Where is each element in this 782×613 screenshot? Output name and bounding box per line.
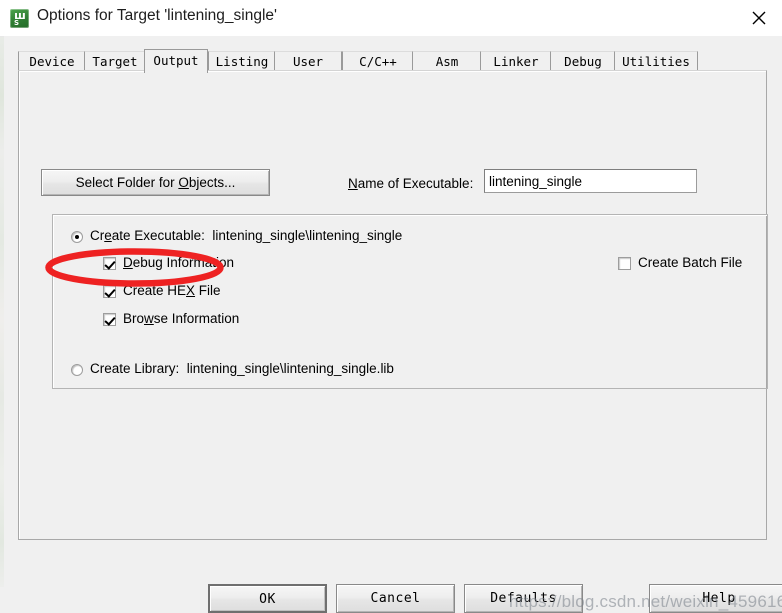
name-of-executable-input[interactable] bbox=[484, 169, 697, 193]
debug-information-label: Debug Information bbox=[123, 255, 235, 270]
tab-linker[interactable]: Linker bbox=[480, 51, 552, 71]
create-batch-file-checkbox[interactable] bbox=[618, 257, 631, 270]
create-library-label: Create Library: lintening_single\linteni… bbox=[90, 361, 394, 376]
dialog-client-area: Device Target Output Listing User C/C++ … bbox=[4, 36, 782, 613]
create-library-path: lintening_single\lintening_single.lib bbox=[186, 361, 394, 376]
debug-information-checkbox[interactable] bbox=[103, 257, 116, 270]
title-bar: шS Options for Target 'lintening_single' bbox=[0, 0, 782, 37]
tab-device[interactable]: Device bbox=[18, 51, 86, 71]
cancel-button[interactable]: Cancel bbox=[336, 584, 455, 613]
tab-c-cpp[interactable]: C/C++ bbox=[342, 51, 414, 71]
select-folder-for-objects-button[interactable]: Select Folder for Objects... bbox=[41, 169, 270, 196]
tab-user[interactable]: User bbox=[274, 51, 342, 71]
tab-asm[interactable]: Asm bbox=[412, 51, 482, 71]
close-button[interactable] bbox=[736, 0, 782, 35]
create-executable-path: lintening_single\lintening_single bbox=[212, 228, 403, 243]
name-of-executable-label: Name of Executable: bbox=[348, 176, 474, 191]
help-button[interactable]: Help bbox=[649, 584, 782, 613]
create-library-radio[interactable] bbox=[71, 364, 83, 376]
create-executable-label: Create Executable: lintening_single\lint… bbox=[90, 228, 403, 243]
output-tab-page: Select Folder for Objects... Name of Exe… bbox=[18, 70, 768, 540]
browse-information-checkbox[interactable] bbox=[103, 313, 116, 326]
window-title: Options for Target 'lintening_single' bbox=[37, 7, 278, 24]
output-options-group: Create Executable: lintening_single\lint… bbox=[52, 214, 768, 389]
ok-button[interactable]: OK bbox=[208, 584, 327, 613]
tab-target[interactable]: Target bbox=[84, 51, 146, 71]
tab-output[interactable]: Output bbox=[144, 49, 208, 73]
tab-strip: Device Target Output Listing User C/C++ … bbox=[18, 49, 766, 73]
keil-uvision-icon: шS bbox=[10, 9, 29, 28]
close-icon bbox=[752, 11, 766, 25]
tab-listing[interactable]: Listing bbox=[208, 51, 276, 71]
options-dialog-window: шS Options for Target 'lintening_single'… bbox=[0, 0, 782, 613]
create-hex-file-checkbox[interactable] bbox=[103, 285, 116, 298]
create-executable-radio[interactable] bbox=[71, 231, 83, 243]
create-batch-file-label: Create Batch File bbox=[638, 255, 743, 270]
browse-information-label: Browse Information bbox=[123, 311, 240, 326]
tab-utilities[interactable]: Utilities bbox=[614, 51, 698, 71]
create-hex-file-label: Create HEX File bbox=[123, 283, 221, 298]
tab-debug[interactable]: Debug bbox=[550, 51, 616, 71]
defaults-button[interactable]: Defaults bbox=[464, 584, 583, 613]
